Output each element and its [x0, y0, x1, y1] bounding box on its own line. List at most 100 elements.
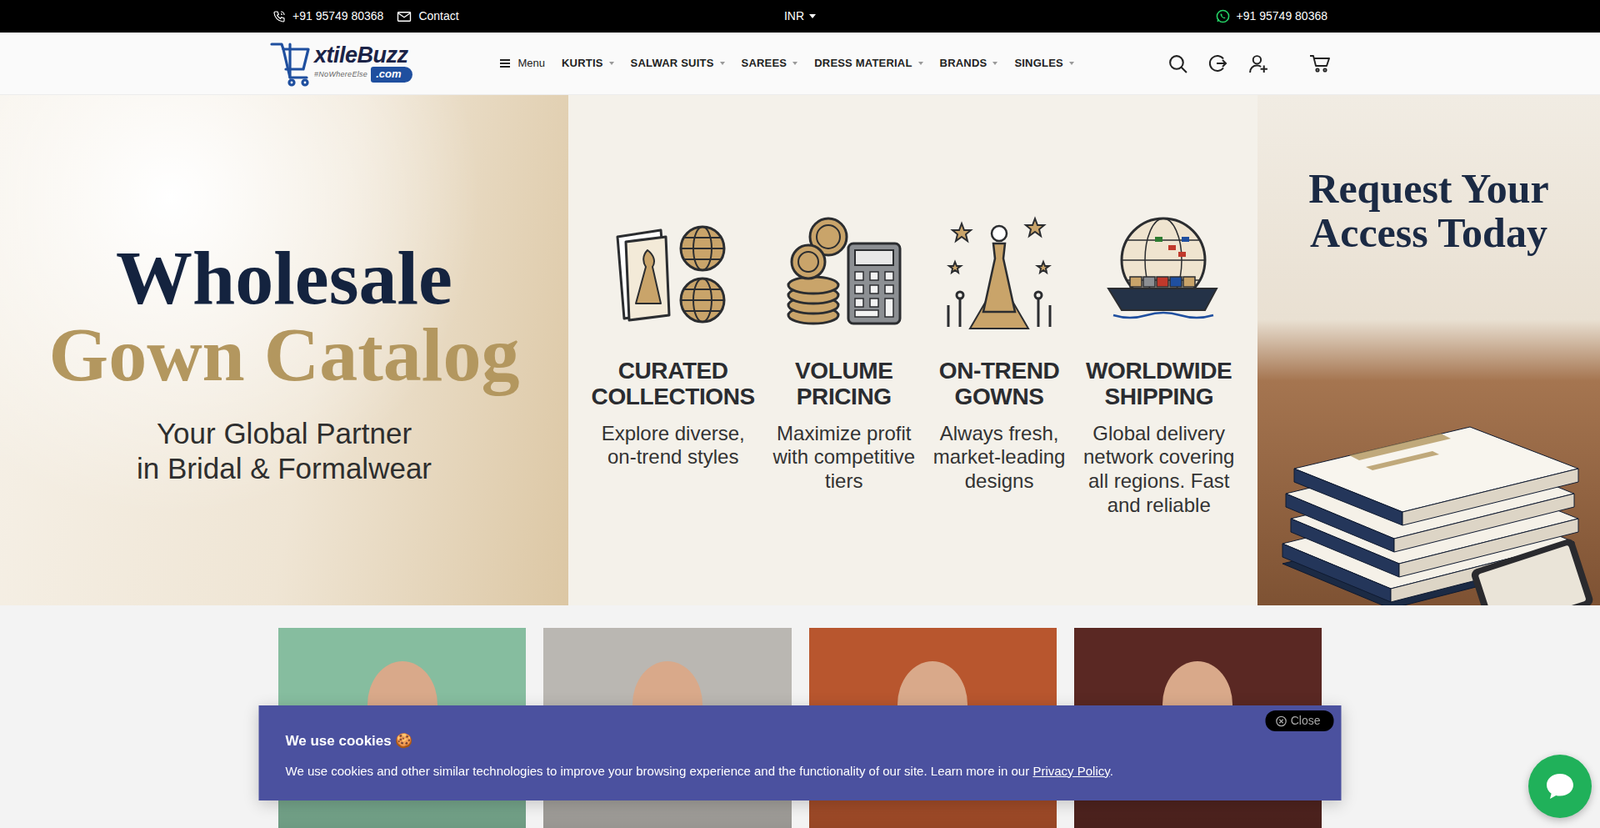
- caret-icon: [792, 61, 798, 65]
- feature-text-line: with competitive: [772, 445, 915, 470]
- header-tools: [1167, 53, 1331, 75]
- feature-text-line: on-trend styles: [601, 445, 745, 470]
- ship-globe-icon: [1096, 211, 1222, 337]
- nav-item[interactable]: SAREES: [733, 50, 807, 77]
- feature-title: CURATEDCOLLECTIONS: [591, 358, 755, 410]
- top-bar: +91 95749 80368 Contact INR +91 95749 80368: [0, 0, 1600, 33]
- logo[interactable]: xtileBuzz#NoWhereElse.com: [269, 39, 413, 88]
- feature-title-line: COLLECTIONS: [591, 384, 755, 410]
- currency-label[interactable]: INR: [784, 7, 805, 25]
- hamburger-icon: [499, 58, 511, 69]
- close-button[interactable]: Close: [1265, 710, 1335, 731]
- cookie-title: We use cookies 🍪: [285, 730, 1315, 752]
- currency-select[interactable]: INR: [784, 7, 816, 25]
- cta-line: Request Your: [1308, 166, 1549, 211]
- top-left: +91 95749 80368 Contact: [272, 7, 785, 25]
- phone-number[interactable]: +91 95749 80368: [292, 7, 384, 25]
- chat-button[interactable]: [1528, 754, 1592, 818]
- menu-button[interactable]: Menu: [499, 50, 554, 77]
- subtitle-line: in Bridal & Formalwear: [136, 450, 432, 486]
- feature-title-line: SHIPPING: [1085, 384, 1232, 410]
- feature-title-line: VOLUME: [795, 358, 893, 385]
- hero-banner[interactable]: WholesaleGown Catalog Your Global Partner…: [0, 95, 1600, 605]
- logout-icon[interactable]: [1208, 53, 1229, 74]
- feature-title-line: GOWNS: [939, 384, 1060, 410]
- coins-calculator-icon: [781, 211, 907, 337]
- contact-label[interactable]: Contact: [418, 7, 459, 25]
- close-icon: [1275, 715, 1288, 727]
- cart-logo-icon: [269, 39, 311, 88]
- top-bar-inner: +91 95749 80368 Contact INR +91 95749 80368: [269, 0, 1331, 33]
- headline-line: Wholesale: [49, 239, 520, 316]
- caret-icon: [1069, 61, 1075, 65]
- logo-sub: #NoWhereElse.com: [314, 66, 413, 83]
- privacy-link[interactable]: Privacy Policy: [1032, 763, 1110, 778]
- hero-subtitle: Your Global Partnerin Bridal & Formalwea…: [136, 415, 432, 486]
- nav-label[interactable]: SAREES: [741, 55, 788, 72]
- feature-text-line: tiers: [772, 469, 915, 494]
- feature-title: ON-TRENDGOWNS: [939, 358, 1060, 410]
- whatsapp-number[interactable]: +91 95749 80368: [1236, 7, 1328, 25]
- feature-text: Maximize profitwith competitivetiers: [772, 421, 915, 494]
- hero-features: CURATEDCOLLECTIONS Explore diverse,on-tre…: [568, 95, 1258, 605]
- contact-link[interactable]: Contact: [396, 7, 459, 25]
- search-icon[interactable]: [1167, 53, 1189, 75]
- whatsapp-link[interactable]: +91 95749 80368: [815, 7, 1328, 25]
- register-icon[interactable]: [1248, 53, 1270, 75]
- phone-link[interactable]: +91 95749 80368: [272, 7, 384, 25]
- feature-text-line: Explore diverse,: [601, 421, 745, 446]
- cart-icon[interactable]: [1309, 53, 1331, 74]
- feature-text-line: network covering: [1083, 445, 1235, 470]
- feature-text-line: Maximize profit: [772, 421, 915, 446]
- nav-item[interactable]: KURTIS: [553, 50, 623, 77]
- caret-icon: [720, 61, 725, 65]
- mail-icon: [396, 10, 412, 24]
- catalog-globe-icon: [610, 211, 736, 337]
- caret-icon: [992, 61, 998, 65]
- phone-icon: [272, 10, 286, 24]
- hero-headline: WholesaleGown Catalog: [49, 239, 520, 393]
- hero-cta[interactable]: Request YourAccess Today: [1257, 95, 1600, 605]
- feature-text-line: Global delivery: [1083, 421, 1235, 446]
- feature-title-line: PRICING: [795, 384, 893, 410]
- header-inner: xtileBuzz#NoWhereElse.comMenuKURTISSALWA…: [269, 32, 1331, 95]
- header: xtileBuzz#NoWhereElse.comMenuKURTISSALWA…: [0, 32, 1600, 95]
- feature-text-line: Always fresh,: [933, 421, 1066, 446]
- headline-line: Gown Catalog: [49, 315, 520, 393]
- feature-text-line: all regions. Fast: [1083, 469, 1235, 494]
- catalog-books-icon: [1257, 355, 1600, 605]
- caret-icon: [918, 61, 924, 65]
- logo-badge: .com: [370, 66, 413, 83]
- feature: VOLUMEPRICING Maximize profitwith competi…: [772, 211, 915, 494]
- logo-name: xtileBuzz: [314, 44, 413, 67]
- subtitle-line: Your Global Partner: [136, 415, 432, 451]
- feature-title: VOLUMEPRICING: [795, 358, 893, 410]
- feature-title: WORLDWIDESHIPPING: [1085, 358, 1232, 410]
- cookie-message: We use cookies and other similar technol…: [285, 763, 1034, 778]
- feature-text-line: market-leading: [933, 445, 1066, 470]
- menu-label[interactable]: Menu: [517, 55, 545, 72]
- nav-label[interactable]: DRESS MATERIAL: [814, 55, 912, 72]
- nav-item[interactable]: BRANDS: [931, 50, 1007, 77]
- logo-tagline: #NoWhereElse: [314, 69, 368, 81]
- feature: WORLDWIDESHIPPING Global deliverynetwork …: [1083, 211, 1235, 518]
- nav-label[interactable]: BRANDS: [940, 55, 988, 72]
- main-nav: Menu KURTIS SALWAR SUITS SAREES DRESS MATERI…: [499, 50, 1082, 77]
- feature-text-line: designs: [933, 469, 1066, 494]
- close-label[interactable]: Close: [1290, 711, 1321, 730]
- cookie-end: .: [1110, 763, 1114, 778]
- nav-item[interactable]: SINGLES: [1005, 50, 1082, 77]
- nav-label[interactable]: KURTIS: [561, 55, 604, 72]
- nav-item[interactable]: DRESS MATERIAL: [805, 50, 931, 77]
- feature-title-line: CURATED: [591, 358, 755, 385]
- feature-text-line: and reliable: [1083, 493, 1235, 518]
- nav-label[interactable]: SINGLES: [1014, 55, 1063, 72]
- feature: CURATEDCOLLECTIONS Explore diverse,on-tre…: [591, 211, 755, 470]
- cta-heading: Request YourAccess Today: [1308, 166, 1549, 255]
- feature-title-line: ON-TREND: [939, 358, 1060, 385]
- hero-intro: WholesaleGown Catalog Your Global Partner…: [0, 95, 569, 605]
- nav-label[interactable]: SALWAR SUITS: [630, 55, 715, 72]
- caret-icon: [809, 14, 816, 19]
- nav-item[interactable]: SALWAR SUITS: [622, 50, 734, 77]
- logo-text: xtileBuzz#NoWhereElse.com: [314, 44, 413, 83]
